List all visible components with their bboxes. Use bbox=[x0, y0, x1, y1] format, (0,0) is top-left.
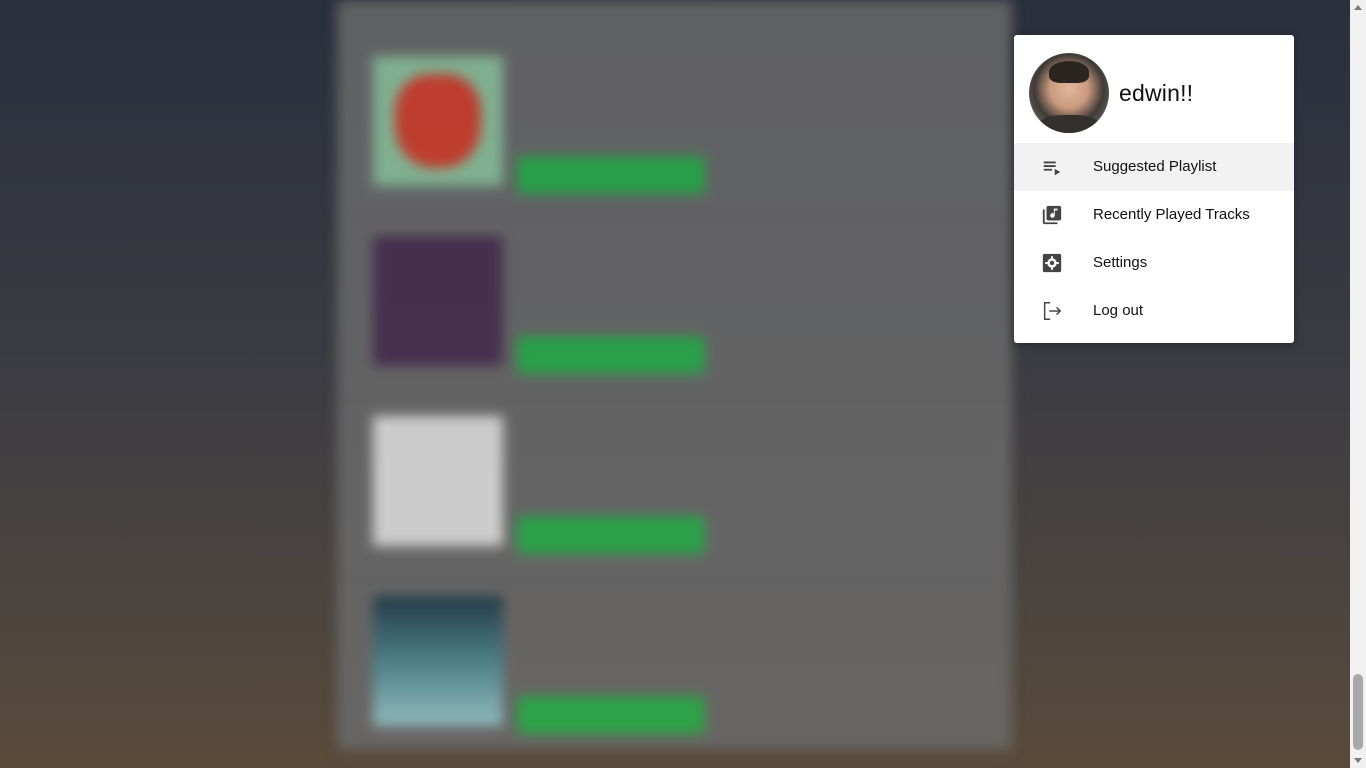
play-button bbox=[517, 696, 705, 734]
scroll-down-arrow-icon[interactable] bbox=[1354, 758, 1362, 763]
username: edwin!! bbox=[1119, 80, 1194, 106]
track-row bbox=[337, 218, 1012, 399]
menu-item-label: Settings bbox=[1093, 254, 1148, 271]
scroll-up-arrow-icon[interactable] bbox=[1354, 5, 1362, 10]
track-row bbox=[337, 398, 1012, 579]
menu-item-label: Recently Played Tracks bbox=[1093, 206, 1250, 223]
menu-item-logout[interactable]: Log out bbox=[1014, 287, 1294, 335]
playlist-play-icon bbox=[1041, 156, 1063, 178]
play-button bbox=[517, 516, 705, 554]
menu-item-settings[interactable]: Settings bbox=[1014, 239, 1294, 287]
library-music-icon bbox=[1041, 204, 1063, 226]
logout-icon bbox=[1041, 300, 1063, 322]
album-cover bbox=[373, 596, 503, 726]
play-button bbox=[517, 336, 705, 374]
scroll-thumb[interactable] bbox=[1353, 674, 1363, 750]
settings-cog-icon bbox=[1041, 252, 1063, 274]
avatar bbox=[1029, 53, 1109, 133]
track-panel bbox=[337, 0, 1012, 759]
page-scrollbar[interactable] bbox=[1350, 0, 1366, 768]
track-row bbox=[337, 38, 1012, 219]
menu-item-recently-played[interactable]: Recently Played Tracks bbox=[1014, 191, 1294, 239]
avatar-hair bbox=[1049, 61, 1089, 83]
album-cover bbox=[373, 236, 503, 366]
menu-item-label: Suggested Playlist bbox=[1093, 158, 1217, 175]
album-cover bbox=[373, 56, 503, 186]
play-button bbox=[517, 156, 705, 194]
album-cover bbox=[373, 416, 503, 546]
track-row bbox=[337, 578, 1012, 759]
track-row bbox=[337, 0, 1012, 11]
menu-item-suggested-playlist[interactable]: Suggested Playlist bbox=[1014, 143, 1294, 191]
menu-item-label: Log out bbox=[1093, 302, 1144, 319]
menu-header: edwin!! bbox=[1014, 35, 1294, 143]
user-dropdown-menu: edwin!! Suggested Playlist Recently Play… bbox=[1014, 35, 1294, 343]
avatar-shirt bbox=[1037, 115, 1101, 133]
